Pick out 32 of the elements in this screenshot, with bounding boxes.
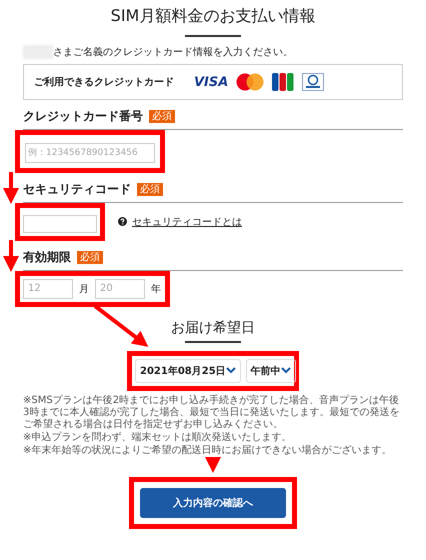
arrow <box>205 457 221 473</box>
security-code-field[interactable] <box>23 214 97 232</box>
field-label: クレジットカード番号 <box>23 108 143 125</box>
time-select[interactable]: 午前中 <box>246 358 296 382</box>
note-text: ※年末年始等の状況によりご希望の配送日時にお届けできない場合がございます。 <box>23 444 392 456</box>
intro-text: さまご名義のクレジットカード情報を入力ください。 <box>53 46 293 59</box>
required-badge: 必須 <box>77 250 103 264</box>
expiry-field[interactable]: 12 <box>23 278 73 298</box>
unit-label: 月 <box>79 282 89 296</box>
unit-label: 年 <box>151 282 161 296</box>
required-badge: 必須 <box>149 110 175 123</box>
page-title: SIM月額料金のお支払い情報 <box>110 6 316 27</box>
card-number-field[interactable]: 例：1234567890123456 <box>25 143 155 163</box>
cards-label: ご利用できるクレジットカード <box>34 76 174 89</box>
confirm-button[interactable]: 入力内容の確認へ <box>140 488 286 518</box>
arrow <box>3 240 19 272</box>
security-code-link[interactable]: セキュリティコードとは <box>132 214 242 229</box>
arrow <box>3 172 19 204</box>
mastercard-logo-icon <box>236 73 264 91</box>
field-label: セキュリティコード <box>23 181 131 198</box>
required-badge: 必須 <box>137 183 163 196</box>
chevron-down-icon <box>280 367 291 374</box>
chevron-down-icon <box>226 367 236 374</box>
note-text: ※申込プランを問わず、端末セットは順次発送いたします。 <box>23 432 292 444</box>
date-select[interactable]: 2021年08月25日 <box>135 358 241 382</box>
visa-logo: VISA <box>194 74 228 90</box>
note-text: ※SMSプランは午後2時までにお申し込み手続きが完了した場合、音声プランは午後3時までに本人確認が完了した場合、最短で当日に発送いたします。最短での発送をご希望される場合は日付を指定せずお申し込みください。 <box>23 394 400 430</box>
field-label: 有効期限 <box>23 248 71 266</box>
help-icon <box>118 217 127 226</box>
jcb-logo-icon <box>272 73 294 91</box>
delivery-title: お届け希望日 <box>170 318 256 336</box>
expiry-field[interactable]: 20 <box>95 278 145 298</box>
